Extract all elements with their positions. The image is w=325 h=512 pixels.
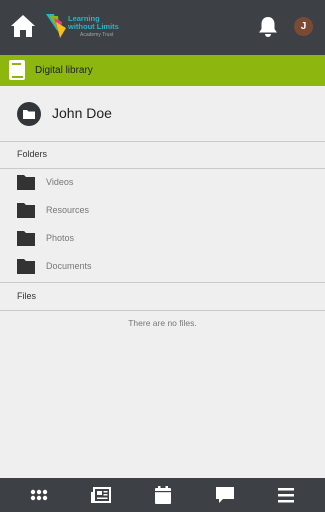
home-button[interactable] xyxy=(10,14,36,38)
nav-news-button[interactable] xyxy=(91,485,111,505)
nav-calendar-button[interactable] xyxy=(153,485,173,505)
calendar-icon xyxy=(155,486,171,504)
chat-icon xyxy=(216,487,234,503)
folders-header: Folders xyxy=(0,141,325,169)
apps-grid-icon xyxy=(30,489,48,501)
user-avatar[interactable]: J xyxy=(294,17,313,36)
newspaper-icon xyxy=(91,487,111,503)
folder-item-videos[interactable]: Videos xyxy=(0,169,325,197)
folder-icon xyxy=(17,203,35,218)
folder-label: Documents xyxy=(46,261,92,271)
folder-item-documents[interactable]: Documents xyxy=(0,253,325,281)
notifications-button[interactable] xyxy=(258,16,278,38)
home-icon xyxy=(11,15,35,37)
folder-circle-icon xyxy=(17,102,41,126)
bell-icon xyxy=(259,17,277,37)
folder-icon xyxy=(17,175,35,190)
menu-icon xyxy=(278,488,294,503)
files-header: Files xyxy=(0,282,325,311)
files-title: Files xyxy=(17,291,37,301)
section-title: Digital library xyxy=(35,65,93,76)
logo-mark xyxy=(46,14,66,38)
nav-menu-button[interactable] xyxy=(276,485,296,505)
folder-label: Photos xyxy=(46,233,75,243)
book-icon xyxy=(9,60,25,80)
user-folder-header: John Doe xyxy=(0,86,325,142)
folders-title: Folders xyxy=(17,149,48,159)
folder-item-photos[interactable]: Photos xyxy=(0,225,325,253)
folder-label: Resources xyxy=(46,205,90,215)
empty-files-message: There are no files. xyxy=(128,318,197,328)
top-app-bar: Learning without Limits Academy Trust J xyxy=(0,0,325,55)
logo-text-line2: without Limits xyxy=(68,22,119,31)
school-logo: Learning without Limits Academy Trust xyxy=(44,12,124,40)
logo-text-line3: Academy Trust xyxy=(80,32,114,38)
nav-messages-button[interactable] xyxy=(215,485,235,505)
nav-apps-button[interactable] xyxy=(29,485,49,505)
section-bar: Digital library xyxy=(0,55,325,86)
user-name: John Doe xyxy=(52,105,112,121)
folder-icon xyxy=(17,231,35,246)
bottom-nav-bar xyxy=(0,478,325,512)
folder-item-resources[interactable]: Resources xyxy=(0,197,325,225)
folder-icon xyxy=(17,259,35,274)
folder-label: Videos xyxy=(46,177,74,187)
